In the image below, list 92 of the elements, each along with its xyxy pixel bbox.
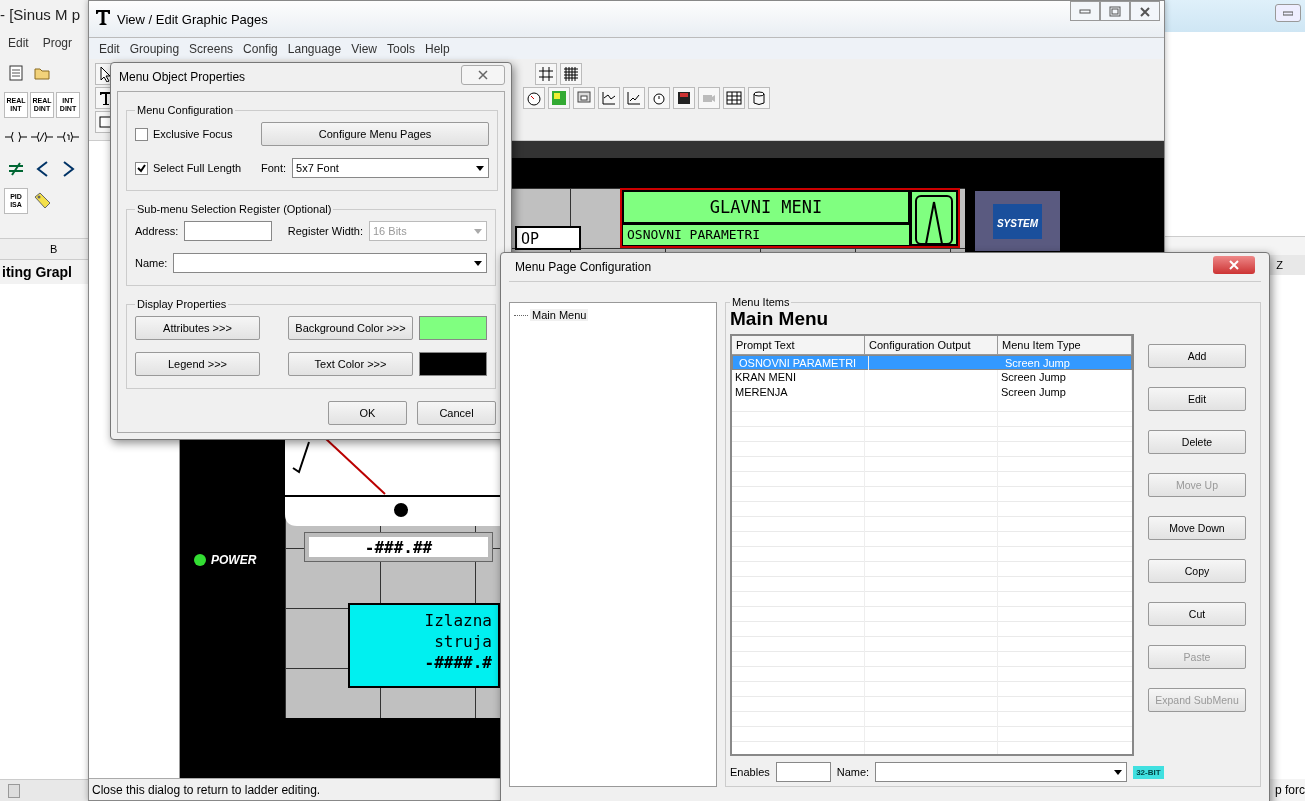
tree-item[interactable]: Main Menu: [530, 309, 589, 321]
cylinder-icon[interactable]: [751, 90, 767, 106]
group-label: Menu Items: [731, 296, 791, 308]
menu-item[interactable]: Progr: [42, 36, 73, 50]
dialog-button[interactable]: OK: [328, 401, 407, 425]
maximize-icon[interactable]: [1109, 5, 1121, 17]
checkbox-label: Select Full Length: [153, 162, 242, 174]
column-header: Z: [1276, 259, 1283, 271]
action-button: Paste: [1148, 645, 1246, 669]
minimize-icon[interactable]: [1283, 10, 1293, 16]
minimize-button[interactable]: [1070, 1, 1100, 21]
group-label: Menu Configuration: [136, 104, 234, 116]
menu-item[interactable]: Edit: [99, 41, 120, 56]
configure-button[interactable]: Configure Menu Pages: [261, 122, 489, 146]
enables-field[interactable]: [775, 762, 831, 782]
window-title: View / Edit Graphic Pages: [117, 11, 269, 27]
status-text: p forc: [1275, 783, 1305, 797]
table-row[interactable]: MERENJA Screen Jump: [732, 385, 1132, 400]
field-label: Enables: [730, 766, 770, 778]
pointer-icon[interactable]: [99, 66, 113, 82]
close-icon[interactable]: [1139, 5, 1151, 17]
timer-icon[interactable]: [651, 90, 667, 106]
picture-icon[interactable]: [551, 90, 567, 106]
property-button[interactable]: Legend >>>: [135, 352, 260, 376]
display-text: struja: [434, 631, 492, 652]
dial-icon[interactable]: [526, 90, 542, 106]
rectangle-icon[interactable]: [99, 116, 113, 128]
trend-chart-icon[interactable]: [601, 90, 617, 106]
column-header: B: [50, 243, 58, 255]
register-width-dropdown: 16 Bits: [369, 221, 487, 241]
close-button[interactable]: [1213, 256, 1255, 274]
menu-item[interactable]: Config: [243, 41, 278, 56]
display-text: -####.#: [424, 652, 492, 673]
action-button[interactable]: Edit: [1148, 387, 1246, 411]
field-label: Register Width:: [287, 225, 363, 237]
menu-item[interactable]: Grouping: [129, 41, 180, 56]
color-button[interactable]: Background Color >>>: [288, 316, 413, 340]
menu-item[interactable]: Language: [287, 41, 342, 56]
field-label: Name:: [836, 766, 870, 778]
table-row[interactable]: KRAN MENI Screen Jump: [732, 370, 1132, 385]
grid-icon[interactable]: [538, 66, 554, 82]
fine-grid-icon[interactable]: [563, 66, 579, 82]
field-label: Address:: [135, 225, 179, 237]
screen-icon[interactable]: [576, 90, 592, 106]
menu-item[interactable]: Screens: [189, 41, 234, 56]
dialog-title: Menu Page Configuration: [515, 260, 652, 274]
xy-chart-icon[interactable]: [626, 90, 642, 106]
table-icon[interactable]: [726, 90, 742, 106]
menu-item[interactable]: Help: [425, 41, 450, 56]
action-button: Expand SubMenu: [1148, 688, 1246, 712]
group-label: Sub-menu Selection Register (Optional): [136, 203, 333, 215]
action-button[interactable]: Move Down: [1148, 516, 1246, 540]
address-field[interactable]: [184, 221, 273, 241]
dialog-button[interactable]: Cancel: [417, 401, 496, 425]
action-button[interactable]: Add: [1148, 344, 1246, 368]
group-label: Display Properties: [136, 298, 228, 310]
action-button: Move Up: [1148, 473, 1246, 497]
checkbox[interactable]: [135, 127, 148, 141]
color-button[interactable]: Text Color >>>: [288, 352, 413, 376]
page-heading: iting Grapl: [1, 263, 73, 282]
display-text: Izlazna: [424, 610, 492, 631]
menu-heading: Main Menu: [730, 308, 830, 331]
scrollbar-thumb[interactable]: [8, 783, 20, 798]
close-button[interactable]: [1130, 1, 1160, 21]
action-button[interactable]: Delete: [1148, 430, 1246, 454]
check-icon: [137, 163, 146, 173]
field-label: Font:: [261, 162, 287, 174]
checkbox-label: Exclusive Focus: [153, 128, 233, 140]
tag-icon[interactable]: [32, 191, 52, 211]
menu-object[interactable]: GLAVNI MENI OSNOVNI PARAMETRI: [620, 188, 960, 248]
tree-line: [514, 314, 528, 316]
menu-item[interactable]: Edit: [8, 36, 29, 50]
power-label: POWER: [211, 553, 257, 567]
close-icon[interactable]: [477, 70, 489, 80]
menu-item: OSNOVNI PARAMETRI: [622, 224, 910, 246]
menu-item[interactable]: Tools: [386, 41, 415, 56]
window-title: - [Sinus M p: [0, 5, 82, 25]
label-box: OP: [515, 226, 581, 250]
menu-item[interactable]: View: [351, 41, 377, 56]
menu-title: GLAVNI MENI: [622, 190, 910, 224]
font-dropdown[interactable]: 5x7 Font: [292, 158, 489, 178]
action-button[interactable]: Copy: [1148, 559, 1246, 583]
dialog-title: Menu Object Properties: [119, 70, 246, 84]
bit-badge: 32-BIT: [1133, 765, 1164, 779]
text-tool-icon[interactable]: [99, 90, 113, 106]
new-document-icon[interactable]: [7, 64, 25, 82]
logo-text: SYSTEM: [992, 203, 1043, 239]
numeric-display: -###.##: [305, 533, 492, 561]
field-label: Name:: [135, 257, 168, 269]
property-button[interactable]: Attributes >>>: [135, 316, 260, 340]
checkbox[interactable]: [135, 161, 148, 175]
action-button[interactable]: Cut: [1148, 602, 1246, 626]
